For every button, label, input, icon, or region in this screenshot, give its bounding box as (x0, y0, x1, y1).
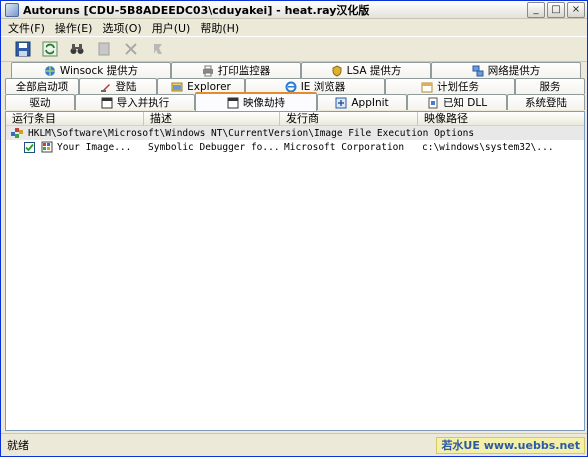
tab-label: 已知 DLL (442, 97, 488, 109)
copy-button[interactable] (92, 39, 115, 60)
watermark-badge: 若水UE www.uebbs.net (436, 437, 585, 454)
tab-label: LSA 提供方 (346, 65, 402, 77)
window-controls: _ □ × (527, 2, 585, 18)
ie-icon (285, 81, 297, 93)
tab-label: Winsock 提供方 (59, 65, 139, 77)
registry-key-path: HKLM\Software\Microsoft\Windows NT\Curre… (28, 127, 475, 139)
tab-label: 网络提供方 (487, 65, 541, 77)
window-icon (101, 97, 113, 109)
logon-pen-icon (100, 81, 112, 93)
explorer-icon (171, 81, 183, 93)
entry-cell: Your Image... (6, 141, 144, 153)
tab-label: 全部启动项 (15, 81, 69, 93)
menu-bar: 文件(F) 操作(E) 选项(O) 用户(U) 帮助(H) (1, 19, 587, 36)
tab-known-dlls[interactable]: 已知 DLL (407, 94, 507, 110)
shield-icon (331, 64, 343, 77)
printer-icon (202, 65, 214, 77)
tab-image-hijacks[interactable]: 映像劫持 (195, 92, 317, 111)
column-header-publisher[interactable]: 发行商 (280, 112, 418, 126)
entry-name: Your Image... (57, 141, 132, 153)
find-button[interactable] (65, 39, 88, 60)
network-icon (472, 65, 484, 77)
tab-label: AppInit (351, 96, 389, 109)
tab-services[interactable]: 服务 (515, 78, 585, 94)
toolbar (1, 36, 587, 62)
tab-label: 服务 (539, 81, 561, 93)
menu-help[interactable]: 帮助(H) (195, 20, 244, 36)
tab-row-3: 驱动 导入并执行 映像劫持 AppInit 已知 DLL 系统登陆 (5, 92, 585, 111)
save-icon (15, 41, 30, 57)
entry-image-path: c:\windows\system32\... (422, 141, 554, 153)
tab-appinit[interactable]: AppInit (317, 94, 407, 110)
maximize-button[interactable]: □ (547, 2, 565, 18)
tab-strip: Winsock 提供方 打印监控器 LSA 提供方 网络提供方 全部启动项 登陆… (5, 62, 585, 111)
tab-logon[interactable]: 登陆 (79, 78, 157, 94)
tab-label: 计划任务 (437, 81, 479, 93)
tab-label: 驱动 (29, 97, 51, 109)
tab-label: 系统登陆 (525, 97, 567, 109)
tab-scheduled-tasks[interactable]: 计划任务 (385, 78, 515, 94)
jump-button[interactable] (146, 39, 169, 60)
title-bar[interactable]: Autoruns [CDU-5B8ADEEDC03\cduyakei] - he… (1, 1, 587, 19)
delete-button[interactable] (119, 39, 142, 60)
save-button[interactable] (11, 39, 34, 60)
column-header-description[interactable]: 描述 (144, 112, 280, 126)
menu-file[interactable]: 文件(F) (3, 20, 50, 36)
network-globe-icon (44, 65, 56, 77)
tab-drivers[interactable]: 驱动 (5, 94, 75, 110)
checkmark-icon (25, 143, 34, 151)
status-text: 就绪 (7, 439, 29, 452)
close-button[interactable]: × (567, 2, 585, 18)
autoruns-app-icon (5, 2, 19, 17)
autoruns-list[interactable]: 运行条目 描述 发行商 映像路径 HKLM\Software\Microsoft… (5, 111, 585, 431)
jump-icon (153, 44, 162, 54)
tab-winlogon[interactable]: 系统登陆 (507, 94, 585, 110)
table-row[interactable]: Your Image... Symbolic Debugger fo... Mi… (6, 140, 584, 154)
find-icon (70, 44, 83, 54)
menu-options[interactable]: 选项(O) (97, 20, 146, 36)
column-header-image-path[interactable]: 映像路径 (418, 112, 584, 126)
entry-checkbox[interactable] (24, 141, 35, 153)
dll-icon (427, 97, 439, 109)
refresh-button[interactable] (38, 39, 61, 60)
tab-row-1: Winsock 提供方 打印监控器 LSA 提供方 网络提供方 (5, 62, 585, 78)
tab-label: 打印监控器 (217, 65, 271, 77)
tab-print-monitor[interactable]: 打印监控器 (171, 62, 301, 78)
registry-key-cell: HKLM\Software\Microsoft\Windows NT\Curre… (6, 127, 474, 139)
refresh-icon (42, 41, 57, 57)
menu-action[interactable]: 操作(E) (50, 20, 98, 36)
tab-everything[interactable]: 全部启动项 (5, 78, 79, 94)
column-header-entry[interactable]: 运行条目 (6, 112, 144, 126)
copy-icon (98, 42, 109, 56)
exe-file-icon (41, 141, 53, 153)
menu-user[interactable]: 用户(U) (147, 20, 196, 36)
window-title: Autoruns [CDU-5B8ADEEDC03\cduyakei] - he… (23, 3, 370, 17)
tab-label: 登陆 (115, 81, 137, 93)
tab-label: 导入并执行 (116, 97, 170, 109)
status-bar: 就绪 若水UE www.uebbs.net (1, 433, 587, 456)
entry-publisher: Microsoft Corporation (284, 141, 405, 153)
tab-network-provider[interactable]: 网络提供方 (431, 62, 581, 78)
registry-key-row[interactable]: HKLM\Software\Microsoft\Windows NT\Curre… (6, 126, 584, 140)
window-icon (227, 97, 239, 109)
tab-winsock[interactable]: Winsock 提供方 (11, 62, 171, 78)
calendar-icon (421, 81, 433, 93)
tab-lsa[interactable]: LSA 提供方 (301, 62, 431, 78)
tab-boot-execute[interactable]: 导入并执行 (75, 94, 195, 110)
column-headers: 运行条目 描述 发行商 映像路径 (6, 112, 584, 126)
minimize-button[interactable]: _ (527, 2, 545, 18)
tab-label: 映像劫持 (243, 97, 285, 109)
delete-icon (124, 43, 137, 55)
entry-description: Symbolic Debugger fo... (148, 141, 280, 153)
appinit-icon (335, 97, 347, 109)
autoruns-window: Autoruns [CDU-5B8ADEEDC03\cduyakei] - he… (0, 0, 588, 457)
registry-icon (11, 128, 23, 138)
tab-label: Explorer (187, 80, 231, 93)
